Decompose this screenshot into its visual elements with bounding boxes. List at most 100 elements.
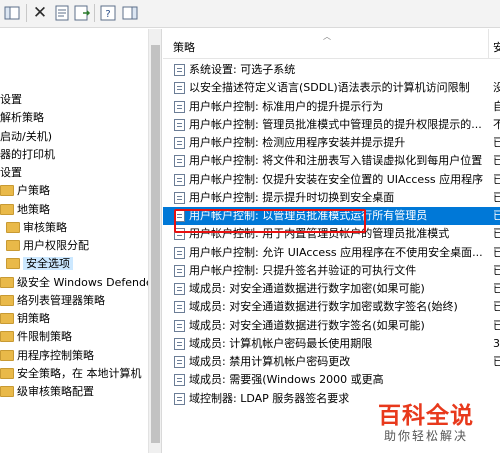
policy-name: 用户帐户控制: 提示提升时切换到安全桌面	[189, 190, 395, 204]
tree-item-label: 级审核策略配置	[17, 385, 94, 398]
tree-item-label: 钥策略	[17, 312, 50, 325]
policy-name: 用户帐户控制: 管理员批准模式中管理员的提升权限提示的...	[189, 117, 482, 131]
policy-setting: 没	[493, 81, 500, 95]
tree-item[interactable]: 解析策略	[0, 109, 44, 127]
tree-item-security-options[interactable]: 安全选项	[6, 255, 73, 273]
policy-list: ︿ 策略 安 系统设置: 可选子系统 以安全描述符定义语言(SDDL)语法表示的计…	[163, 29, 500, 453]
policy-row[interactable]: 用户帐户控制: 仅提升安装在安全位置的 UIAccess 应用程序已	[163, 171, 500, 189]
toolbar: ✕ ?	[0, 0, 500, 28]
folder-icon	[0, 204, 14, 215]
policy-name: 域成员: 对安全通道数据进行数字加密或数字签名(始终)	[189, 300, 458, 314]
svg-text:?: ?	[105, 9, 110, 20]
policy-row[interactable]: 用户帐户控制: 将文件和注册表写入错误虚拟化到每用户位置已	[163, 152, 500, 170]
column-header-policy[interactable]: 策略	[173, 39, 195, 55]
policy-row[interactable]: 用户帐户控制: 以管理员批准模式运行所有管理员 已	[163, 207, 500, 226]
folder-icon	[0, 313, 14, 324]
policy-icon	[174, 283, 185, 295]
tree-item-public-key-policies[interactable]: 钥策略	[0, 310, 50, 328]
policy-setting: 已	[493, 245, 500, 259]
policy-icon	[174, 228, 185, 241]
policy-icon	[174, 173, 185, 186]
folder-icon	[6, 222, 20, 233]
tree-item[interactable]: 器的打印机	[0, 146, 55, 164]
help-icon[interactable]: ?	[98, 3, 118, 23]
policy-row[interactable]: 域成员: 计算机帐户密码最长使用期限 30	[163, 335, 500, 353]
policy-row[interactable]: 以安全描述符定义语言(SDDL)语法表示的计算机访问限制 没	[163, 79, 500, 97]
policy-row[interactable]: 域成员: 对安全通道数据进行数字加密(如果可能) 已	[163, 280, 500, 298]
folder-icon	[0, 386, 14, 397]
policy-name: 域成员: 禁用计算机帐户密码更改	[189, 355, 351, 368]
tree-item-local-policies[interactable]: 地策略	[0, 201, 50, 219]
policy-row[interactable]: 域成员: 需要强(Windows 2000 或更高	[163, 371, 500, 389]
tree-item-application-control[interactable]: 用程序控制策略	[0, 347, 94, 365]
column-divider[interactable]	[488, 29, 489, 59]
export-list-icon[interactable]	[72, 3, 92, 23]
view-icon[interactable]	[2, 3, 22, 23]
policy-row[interactable]: 用户帐户控制: 检测应用程序安装并提示提升 已	[163, 134, 500, 152]
tree-item-label: 器的打印机	[0, 148, 55, 161]
policy-icon	[174, 155, 185, 168]
column-header-security-setting[interactable]: 安	[493, 39, 500, 55]
tree-item-audit-policy[interactable]: 审核策略	[6, 219, 67, 237]
policy-setting: 已	[493, 154, 500, 168]
policy-row[interactable]: 用户帐户控制: 用于内置管理员帐户的管理员批准模式 已	[163, 225, 500, 243]
policy-icon	[174, 337, 185, 350]
folder-icon	[0, 368, 14, 379]
tree-item-ip-security[interactable]: 安全策略，在 本地计算机	[0, 365, 142, 383]
folder-icon	[0, 350, 14, 361]
policy-icon	[174, 137, 185, 149]
tree-item-label: 启动/关机)	[0, 130, 52, 143]
policy-row[interactable]: 域成员: 对安全通道数据进行数字加密或数字签名(始终) 已	[163, 298, 500, 316]
tree-item-label: 户策略	[17, 184, 50, 197]
tree-item-software-restriction[interactable]: 件限制策略	[0, 328, 72, 346]
watermark-logo: 百科全说	[378, 403, 474, 429]
policy-row[interactable]: 用户帐户控制: 允许 UIAccess 应用程序在不使用安全桌面... 已	[163, 244, 500, 262]
tree-item-advanced-audit[interactable]: 级审核策略配置	[0, 383, 94, 401]
policy-icon	[174, 210, 185, 222]
policy-icon	[174, 319, 185, 332]
tree-scrollbar[interactable]	[148, 29, 161, 453]
policy-setting: 已	[493, 190, 500, 204]
policy-row[interactable]: 用户帐户控制: 提示提升时切换到安全桌面 已	[163, 189, 500, 207]
policy-setting: 不	[493, 117, 500, 131]
toolbar-separator	[94, 4, 95, 22]
delete-icon[interactable]: ✕	[30, 3, 50, 23]
tree-item[interactable]: 设置	[0, 91, 22, 109]
tree-item-network-list-manager[interactable]: 络列表管理器策略	[0, 292, 105, 310]
show-hide-action-pane-icon[interactable]	[120, 3, 140, 23]
policy-row[interactable]: 域成员: 对安全通道数据进行数字签名(如果可能) 已	[163, 317, 500, 335]
policy-icon	[174, 118, 185, 131]
tree-item[interactable]: 设置	[0, 164, 22, 182]
policy-name: 用户帐户控制: 允许 UIAccess 应用程序在不使用安全桌面...	[189, 245, 483, 259]
policy-name: 域成员: 对安全通道数据进行数字加密(如果可能)	[189, 282, 425, 295]
tree-item-user-rights[interactable]: 用户权限分配	[6, 237, 89, 255]
policy-setting: 已	[493, 282, 500, 295]
policy-name: 用户帐户控制: 用于内置管理员帐户的管理员批准模式	[189, 227, 450, 241]
policy-name: 域成员: 对安全通道数据进行数字签名(如果可能)	[189, 318, 425, 332]
policy-icon	[174, 392, 185, 405]
properties-icon[interactable]	[52, 3, 72, 23]
policy-setting: 已	[493, 227, 500, 241]
policy-setting: 已	[493, 318, 500, 332]
policy-row[interactable]: 系统设置: 可选子系统	[163, 61, 500, 79]
policy-row[interactable]: 用户帐户控制: 只提升签名并验证的可执行文件 已	[163, 262, 500, 280]
policy-name: 用户帐户控制: 以管理员批准模式运行所有管理员	[189, 209, 428, 222]
folder-icon	[0, 277, 14, 288]
tree-item-label: 级安全 Windows Defender 防	[17, 276, 162, 289]
policy-row[interactable]: 用户帐户控制: 标准用户的提升提示行为 自	[163, 98, 500, 116]
tree-item-windows-defender-firewall[interactable]: 级安全 Windows Defender 防	[0, 274, 162, 292]
tree-item-account-policies[interactable]: 户策略	[0, 182, 50, 200]
policy-setting: 已	[493, 263, 500, 277]
console-tree: 设置 解析策略 启动/关机) 器的打印机 设置 户策略 地策略 审核策略 用户权…	[0, 29, 162, 453]
tree-item-label: 安全策略，在 本地计算机	[17, 367, 142, 380]
policy-name: 用户帐户控制: 只提升签名并验证的可执行文件	[189, 263, 417, 277]
tree-item[interactable]: 启动/关机)	[0, 128, 52, 146]
folder-icon	[0, 331, 14, 342]
sort-ascending-icon: ︿	[323, 32, 331, 41]
policy-setting: 30	[493, 336, 500, 350]
policy-row[interactable]: 用户帐户控制: 管理员批准模式中管理员的提升权限提示的... 不	[163, 116, 500, 134]
policy-icon	[174, 246, 185, 259]
policy-icon	[174, 301, 185, 314]
policy-row[interactable]: 域成员: 禁用计算机帐户密码更改 已	[163, 353, 500, 371]
tree-scrollbar-thumb[interactable]	[151, 45, 160, 443]
